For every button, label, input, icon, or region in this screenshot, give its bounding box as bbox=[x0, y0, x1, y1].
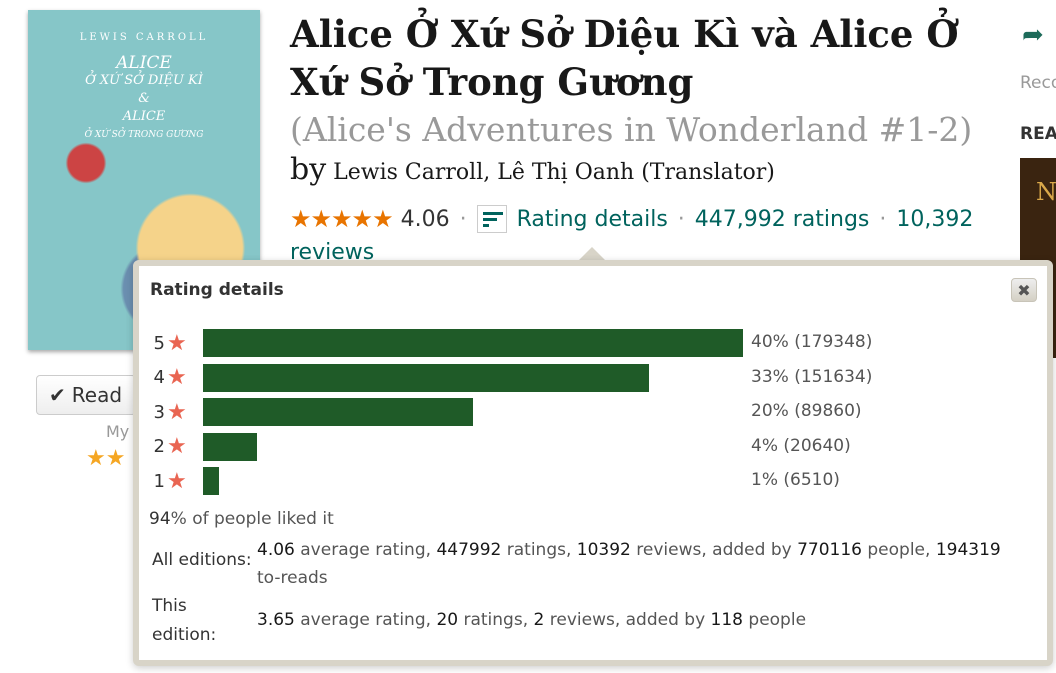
stat-value: 118 bbox=[710, 610, 743, 630]
rating-percent-label: 4% (20640) bbox=[751, 435, 851, 456]
star-count-label: 3 bbox=[153, 401, 165, 423]
rating-row-5: 5 ★ bbox=[149, 328, 195, 358]
rating-bar-track bbox=[203, 432, 743, 461]
stat-text: ratings, bbox=[501, 540, 577, 560]
cover-title-line: & bbox=[138, 91, 150, 106]
rating-percent-label: 1% (6510) bbox=[751, 470, 840, 490]
read-status-button[interactable]: ✔ Read bbox=[36, 375, 136, 415]
star-icon: ★ bbox=[167, 330, 187, 356]
stat-value: 3.65 bbox=[257, 610, 295, 630]
rating-bar bbox=[203, 363, 649, 392]
byline: by Lewis Carroll, Lê Thị Oanh (Translato… bbox=[290, 152, 775, 187]
all-editions-label: All editions: bbox=[152, 550, 252, 570]
rating-details-icon[interactable] bbox=[476, 205, 507, 233]
this-edition-stats: 3.65 average rating, 20 ratings, 2 revie… bbox=[257, 606, 1002, 634]
rating-bar-track bbox=[203, 467, 743, 495]
popup-title: Rating details bbox=[150, 280, 284, 300]
reviews-count-link[interactable]: 10,392 bbox=[896, 207, 973, 232]
rating-bar bbox=[203, 329, 743, 357]
share-arrow-icon[interactable]: ➦ bbox=[1022, 20, 1044, 50]
sidebar-heading: REA bbox=[1020, 124, 1056, 144]
by-label: by bbox=[290, 152, 327, 187]
star-count-label: 1 bbox=[153, 470, 165, 492]
cover-title-line: Ở XỨ SỞ DIỆU KÌ bbox=[85, 73, 203, 88]
rating-bar bbox=[203, 398, 473, 426]
rating-summary: ★★★★★ 4.06 · Rating details · 447,992 ra… bbox=[290, 205, 973, 233]
rating-bar bbox=[203, 467, 219, 495]
star-icon: ★ bbox=[167, 365, 187, 390]
star-icon: ★ bbox=[167, 434, 187, 459]
this-edition-label: This edition: bbox=[152, 592, 216, 650]
liked-summary: 94% of people liked it bbox=[149, 509, 334, 529]
checkmark-icon: ✔ bbox=[49, 383, 66, 407]
close-button[interactable]: ✖ bbox=[1011, 278, 1037, 302]
my-rating-label: My bbox=[106, 422, 130, 441]
cover-author: LEWIS CARROLL bbox=[79, 32, 209, 43]
cover-title: ALICE Ở XỨ SỞ DIỆU KÌ & ALICE Ở XỨ SỞ TR… bbox=[28, 54, 260, 144]
recommend-text: Reco bbox=[1020, 73, 1056, 93]
rating-details-popup: Rating details ✖ 94% of people liked it … bbox=[133, 260, 1053, 666]
rating-row-2: 2 ★ bbox=[149, 432, 195, 462]
book-title: Alice Ở Xứ Sở Diệu Kì và Alice Ở Xứ Sở T… bbox=[290, 12, 959, 104]
stat-value: 4.06 bbox=[257, 540, 295, 560]
my-rating-stars[interactable]: ★★ bbox=[86, 446, 125, 471]
separator: · bbox=[879, 206, 887, 232]
star-icon: ★ bbox=[167, 399, 187, 425]
read-button-label: Read bbox=[71, 383, 123, 407]
liked-percent: 94 bbox=[149, 509, 171, 529]
ratings-count-link[interactable]: 447,992 ratings bbox=[695, 207, 870, 232]
cover-title-line: Ở XỨ SỞ TRONG GƯƠNG bbox=[84, 130, 204, 140]
label-line: edition: bbox=[152, 625, 217, 645]
rating-percent-label: 33% (151634) bbox=[751, 366, 873, 387]
stat-text: average rating, bbox=[294, 540, 437, 560]
stat-value: 20 bbox=[436, 610, 459, 630]
label-line: This bbox=[152, 596, 187, 616]
star-icon: ★ bbox=[167, 468, 187, 494]
cover-title-line: ALICE bbox=[116, 53, 172, 73]
star-count-label: 4 bbox=[153, 367, 165, 388]
separator: · bbox=[677, 206, 685, 232]
stat-text: average rating, bbox=[294, 610, 437, 630]
rating-bar-track bbox=[203, 363, 743, 392]
popup-caret bbox=[578, 247, 606, 261]
rating-details-link[interactable]: Rating details bbox=[517, 207, 668, 232]
rating-bar bbox=[203, 432, 257, 461]
book-series[interactable]: (Alice's Adventures in Wonderland #1-2) bbox=[290, 110, 972, 149]
stat-value: 10392 bbox=[576, 540, 631, 560]
rating-percent-label: 20% (89860) bbox=[751, 401, 862, 421]
rating-percent-label: 40% (179348) bbox=[751, 332, 873, 352]
star-count-label: 5 bbox=[153, 332, 165, 354]
average-rating-value: 4.06 bbox=[400, 206, 450, 232]
stat-value: 194319 bbox=[935, 540, 1001, 560]
stat-value: 447992 bbox=[436, 540, 502, 560]
stat-text: reviews, added by bbox=[630, 540, 798, 560]
rating-row-1: 1 ★ bbox=[149, 466, 195, 496]
rating-row-3: 3 ★ bbox=[149, 397, 195, 427]
stat-value: 2 bbox=[533, 610, 545, 630]
rating-bar-track bbox=[203, 329, 743, 357]
author-names[interactable]: Lewis Carroll, Lê Thị Oanh (Translator) bbox=[333, 160, 775, 185]
stat-text: people bbox=[743, 610, 807, 630]
liked-text: % of people liked it bbox=[170, 509, 334, 529]
cover-title-line: ALICE bbox=[122, 109, 166, 124]
thumbnail-letter: N bbox=[1036, 178, 1056, 206]
stat-text: to-reads bbox=[257, 568, 328, 588]
rating-row-4: 4 ★ bbox=[149, 363, 195, 393]
stat-text: people, bbox=[861, 540, 936, 560]
star-count-label: 2 bbox=[153, 436, 165, 457]
average-rating-stars: ★★★★★ bbox=[290, 205, 394, 233]
separator: · bbox=[459, 206, 467, 232]
stat-text: reviews, added by bbox=[544, 610, 711, 630]
all-editions-stats: 4.06 average rating, 447992 ratings, 103… bbox=[257, 536, 1002, 592]
rating-bar-track bbox=[203, 398, 743, 426]
stat-text: ratings, bbox=[458, 610, 534, 630]
stat-value: 770116 bbox=[797, 540, 862, 560]
